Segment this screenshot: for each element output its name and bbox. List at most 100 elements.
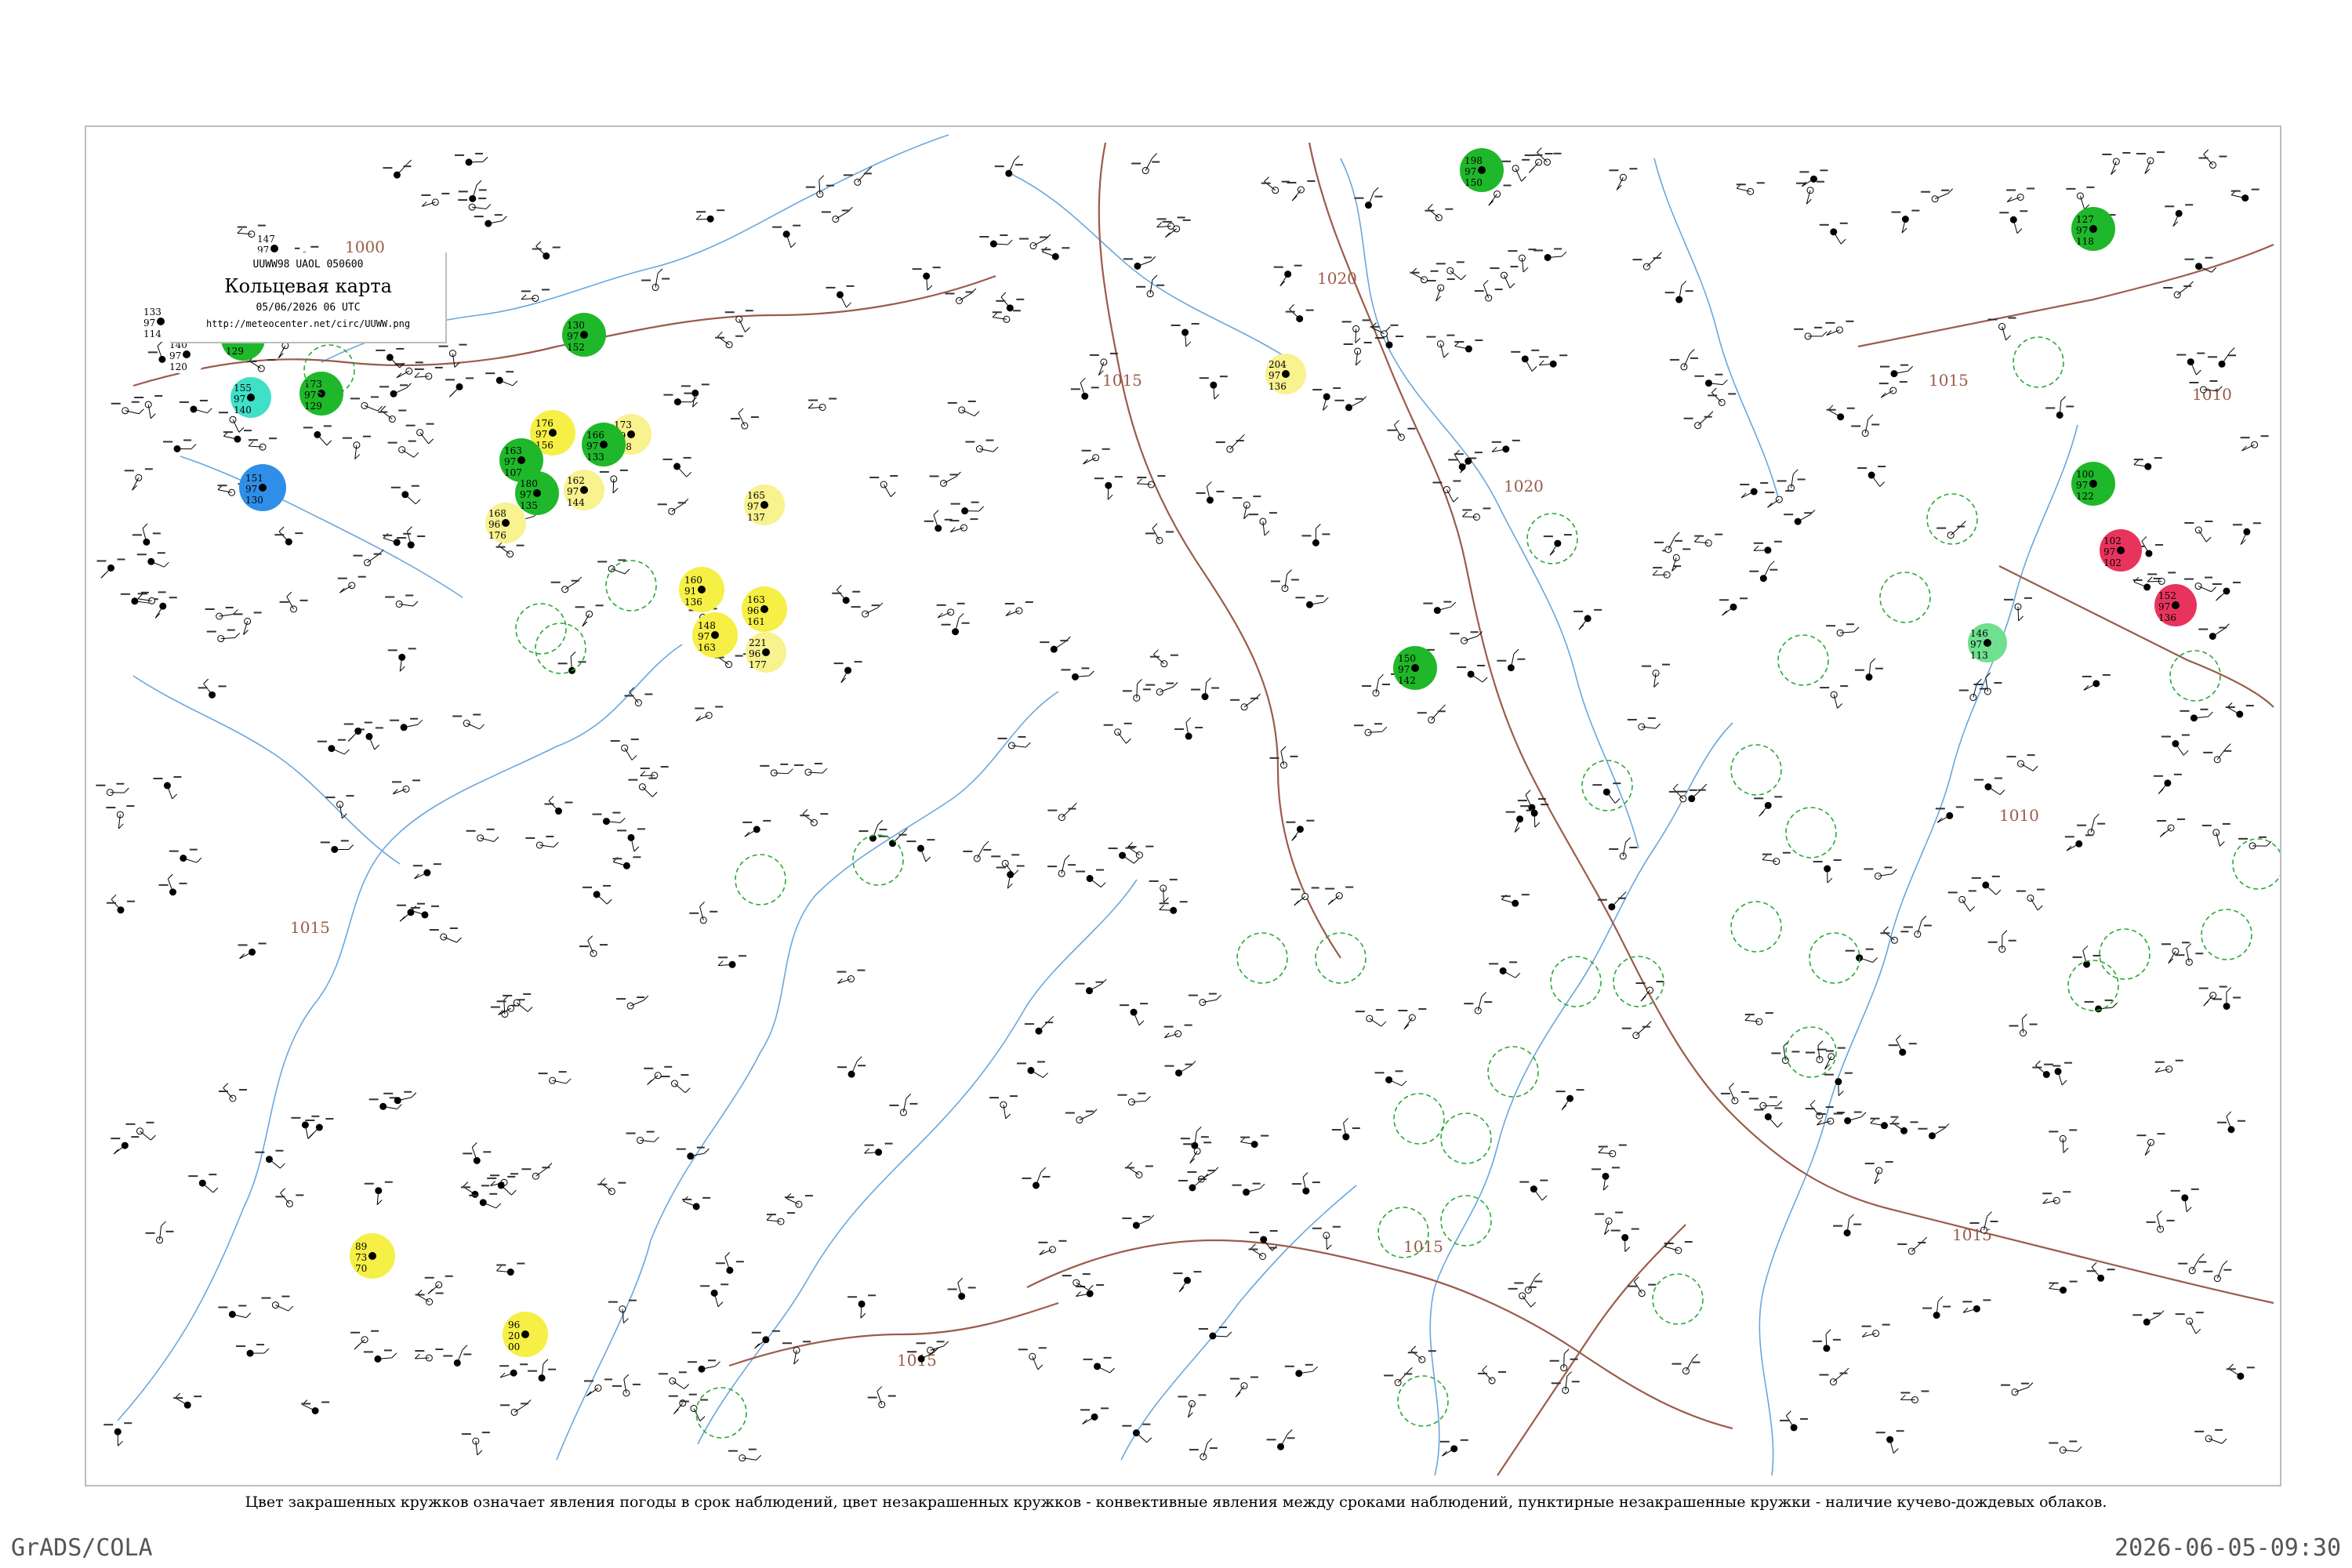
station-mark	[1266, 1429, 1295, 1450]
station-pressure: 114	[143, 328, 162, 339]
station-mark	[994, 155, 1023, 177]
cb-circle	[1879, 572, 1931, 623]
cb-circle	[1440, 1112, 1492, 1164]
weather-station: 15197130	[239, 464, 286, 511]
station-mark	[1664, 1241, 1693, 1254]
station-mark	[387, 648, 416, 672]
station-mark	[912, 267, 941, 291]
station-mark	[1653, 532, 1682, 554]
station-mark	[1812, 1329, 1841, 1352]
weather-station: 20497136	[1265, 354, 1306, 394]
station-mark	[1671, 1353, 1700, 1375]
station-mark	[218, 1305, 252, 1319]
station-mark	[452, 713, 485, 730]
station-mark	[303, 425, 332, 446]
station-mark	[503, 993, 533, 1012]
station-mark	[1094, 476, 1123, 500]
station-mark	[682, 1196, 711, 1210]
station-mark	[2066, 186, 2095, 210]
footer-software: GrADS/COLA	[11, 1534, 153, 1562]
station-dewpoint: 73	[355, 1252, 367, 1263]
station-mark	[1269, 746, 1298, 769]
station-mark	[1555, 1089, 1584, 1111]
station-mark	[1174, 717, 1203, 740]
station-mark	[1191, 677, 1220, 701]
station-dot	[247, 394, 255, 401]
station-mark	[279, 591, 308, 613]
station-mark	[1312, 1225, 1341, 1250]
station-temperature: 147	[257, 234, 275, 245]
station-pressure: 135	[520, 500, 538, 511]
station-mark	[1285, 303, 1314, 323]
station-mark	[2240, 435, 2269, 452]
station-mark	[496, 1262, 525, 1276]
station-mark	[2232, 522, 2261, 545]
station-dewpoint: 96	[747, 605, 759, 616]
station-mark	[1833, 1214, 1862, 1237]
station-mark	[1159, 901, 1188, 914]
station-dot	[549, 429, 557, 437]
station-mark	[96, 558, 125, 579]
station-pressure: 136	[684, 597, 702, 608]
station-mark	[2175, 1312, 2204, 1334]
station-mark	[1708, 387, 1737, 406]
station-mark	[657, 499, 689, 515]
station-mark	[929, 471, 961, 487]
station-mark	[1508, 249, 1537, 273]
weather-station: 15097142	[1393, 646, 1437, 690]
station-dewpoint: 97	[567, 331, 579, 342]
station-mark	[1232, 1182, 1265, 1196]
station-mark	[1799, 169, 1828, 187]
station-mark	[1162, 219, 1191, 238]
station-mark	[1149, 878, 1178, 903]
station-mark	[1573, 608, 1602, 630]
weather-station: 16597137	[744, 485, 785, 525]
station-mark	[2077, 813, 2106, 837]
station-mark	[353, 549, 384, 567]
isobar-label: 1010	[2192, 385, 2232, 404]
station-mark	[1514, 1272, 1543, 1294]
station-mark	[236, 1344, 270, 1357]
station-mark	[1765, 490, 1794, 508]
isobar-label: 1015	[1102, 371, 1142, 390]
station-mark	[390, 485, 421, 505]
station-mark	[1230, 693, 1261, 711]
station-mark	[1864, 866, 1897, 880]
station-mark	[2165, 204, 2194, 227]
station-mark	[445, 377, 474, 397]
cb-circle	[1730, 744, 1782, 796]
station-mark	[2132, 576, 2161, 591]
station-mark	[1864, 1161, 1893, 1185]
station-mark	[1875, 1430, 1904, 1454]
station-mark	[223, 430, 252, 443]
station-dot	[1282, 370, 1290, 378]
isobar-label: 1020	[1317, 269, 1357, 288]
station-mark	[392, 779, 421, 795]
weather-station: 16297144	[564, 470, 604, 510]
legend-time: 05/06/2026 06 UTC	[256, 302, 361, 314]
station-mark	[2086, 1262, 2115, 1282]
station-mark	[528, 1359, 557, 1382]
cb-circle	[1526, 513, 1578, 564]
station-mark	[103, 1422, 132, 1446]
station-mark	[676, 1146, 710, 1160]
station-mark	[808, 397, 837, 411]
station-pressure: 136	[2158, 612, 2176, 623]
isobar-label: 1010	[1999, 806, 2039, 825]
cb-circle	[1440, 1195, 1492, 1247]
station-mark	[1851, 414, 1880, 437]
station-dewpoint: 97	[1269, 370, 1280, 381]
station-pressure: 140	[234, 405, 252, 416]
station-mark	[1897, 1236, 1928, 1255]
station-dewpoint: 97	[234, 394, 245, 405]
station-dewpoint: 96	[749, 648, 760, 659]
station-mark	[695, 209, 725, 223]
station-mark	[941, 612, 970, 636]
station-mark	[724, 310, 753, 332]
station-mark	[1171, 322, 1200, 347]
station-mark	[992, 310, 1021, 323]
station-mark	[949, 518, 978, 533]
station-mark	[821, 206, 853, 223]
station-pressure: 152	[567, 342, 585, 353]
station-mark	[111, 1136, 140, 1155]
